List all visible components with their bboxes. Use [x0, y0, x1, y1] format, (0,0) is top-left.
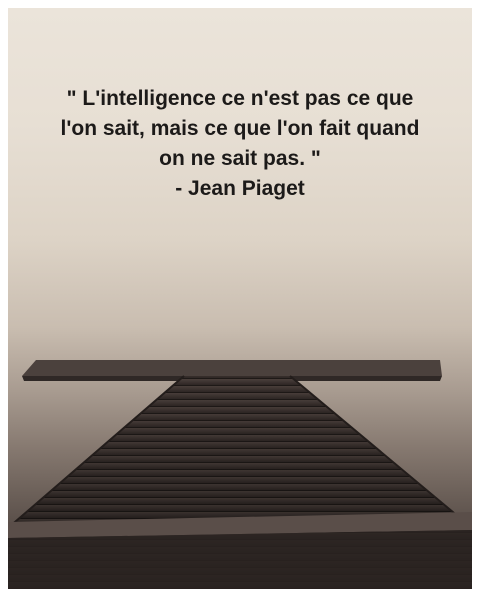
quote-line-1: " L'intelligence ce n'est pas ce que	[66, 87, 414, 110]
photo-frame: " L'intelligence ce n'est pas ce que l'o…	[8, 8, 472, 589]
pier-foreground-edge	[8, 512, 472, 589]
quote-line-2: l'on sait, mais ce que l'on fait quand	[60, 117, 420, 140]
quote-author: - Jean Piaget	[175, 177, 305, 200]
quote-line-3: on ne sait pas. "	[159, 147, 321, 170]
quote-text: " L'intelligence ce n'est pas ce que l'o…	[8, 84, 472, 204]
